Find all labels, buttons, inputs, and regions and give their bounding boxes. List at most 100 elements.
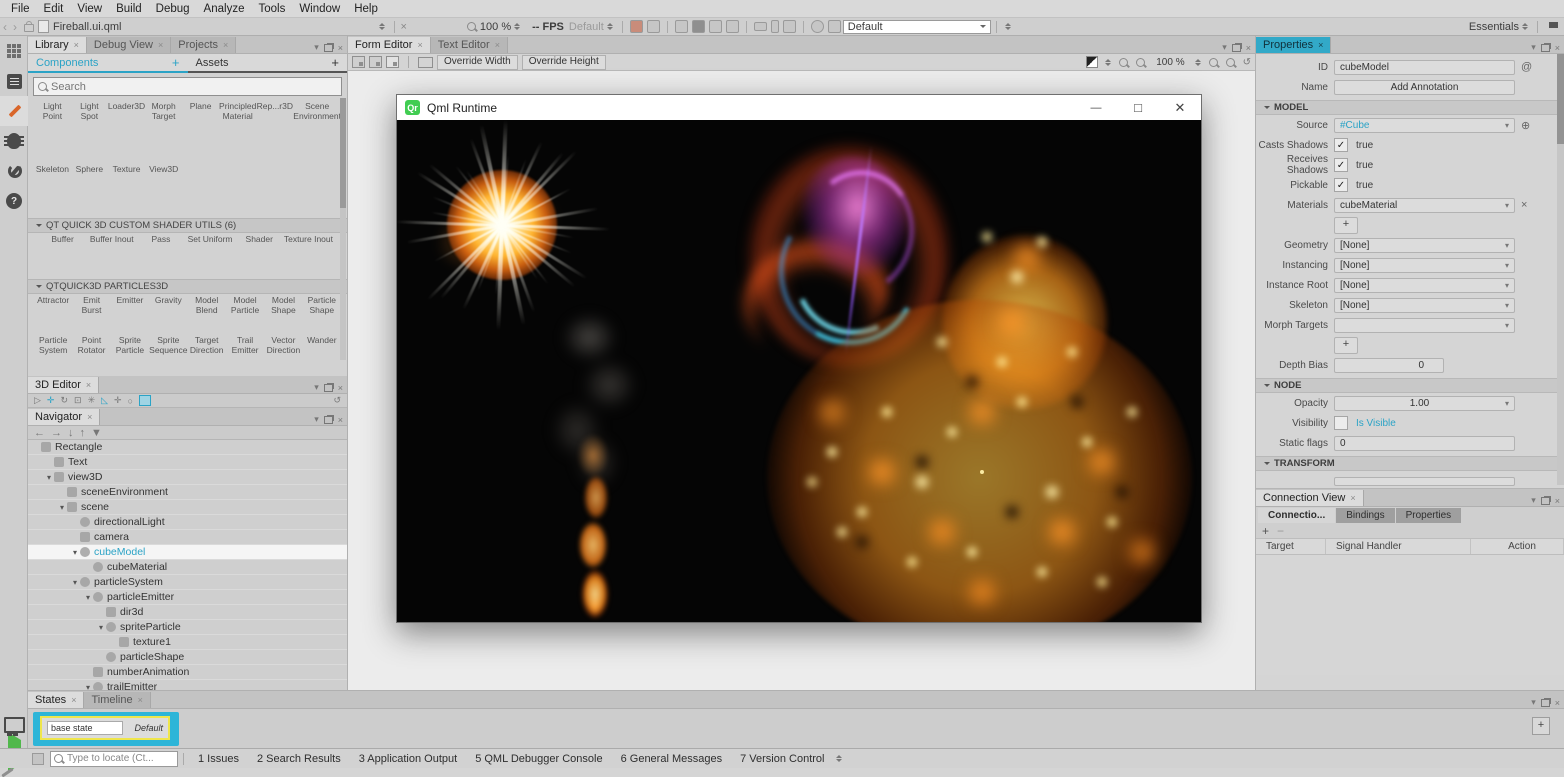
flag-icon[interactable] xyxy=(1549,22,1558,32)
document-selector-spinner[interactable] xyxy=(379,20,386,33)
filter-icon[interactable]: ▼ xyxy=(91,427,102,439)
toolbar-icon-1[interactable] xyxy=(630,20,643,33)
close-document-icon[interactable]: × xyxy=(400,21,406,33)
tab-properties[interactable]: Properties× xyxy=(1256,37,1331,53)
tree-item-texture1[interactable]: texture1 xyxy=(28,635,347,650)
tab-library[interactable]: Library× xyxy=(28,37,87,53)
mode-welcome[interactable] xyxy=(0,36,28,66)
add-annotation-button[interactable]: Add Annotation xyxy=(1334,80,1515,95)
maximize-button[interactable]: □ xyxy=(1117,95,1159,120)
add-connection-icon[interactable]: + xyxy=(1262,524,1269,538)
library-item[interactable]: Texture xyxy=(108,165,145,218)
fps-value[interactable]: Default xyxy=(569,21,604,33)
property-dropdown[interactable]: [None]▾ xyxy=(1334,238,1515,253)
local-orient-icon[interactable]: ◺ xyxy=(101,395,108,406)
close-button[interactable]: ✕ xyxy=(1159,95,1201,120)
library-item[interactable]: Model Particle xyxy=(226,296,264,336)
id-field[interactable]: cubeModel xyxy=(1334,60,1515,75)
tree-item-cubeModel[interactable]: ▾cubeModel xyxy=(28,545,347,560)
property-dropdown[interactable]: [None]▾ xyxy=(1334,278,1515,293)
reset-view-icon[interactable]: ↺ xyxy=(333,395,341,406)
menu-item-help[interactable]: Help xyxy=(347,3,385,15)
library-item[interactable]: Light Point xyxy=(34,102,71,165)
state-name-input[interactable] xyxy=(47,721,123,735)
toolbar-icon-8[interactable] xyxy=(771,20,779,33)
tree-item-numberAnimation[interactable]: numberAnimation xyxy=(28,665,347,680)
checkbox[interactable]: ✓ xyxy=(1334,158,1348,172)
rotate-tool-icon[interactable]: ↻ xyxy=(60,395,68,406)
property-dropdown[interactable]: 1.00▾ xyxy=(1334,396,1515,411)
tree-item-particleSystem[interactable]: ▾particleSystem xyxy=(28,575,347,590)
library-item[interactable]: Gravity xyxy=(149,296,187,336)
expander-icon[interactable]: ▾ xyxy=(58,503,66,512)
tree-item-particleShape[interactable]: particleShape xyxy=(28,650,347,665)
checkbox[interactable]: ✓ xyxy=(1334,178,1348,192)
library-section-header[interactable]: QT QUICK 3D CUSTOM SHADER UTILS (6) xyxy=(28,218,347,233)
library-search-input[interactable]: Search xyxy=(33,77,342,96)
add-state-button[interactable]: + xyxy=(1532,717,1550,735)
tab-components[interactable]: Components+ xyxy=(28,54,188,73)
library-item[interactable]: Emit Burst xyxy=(72,296,110,336)
checkbox[interactable] xyxy=(1334,416,1348,430)
background-color-icon[interactable] xyxy=(1086,56,1098,68)
scale-tool-icon[interactable]: ⊡ xyxy=(74,395,82,406)
library-item[interactable]: Plane xyxy=(182,102,219,165)
snap-anchor-icon-1[interactable] xyxy=(352,56,365,68)
runtime-title-bar[interactable]: Qr Qml Runtime — □ ✕ xyxy=(397,95,1201,120)
nav-forward-icon[interactable]: › xyxy=(10,20,20,34)
close-tab-icon[interactable]: × xyxy=(74,37,79,53)
tree-item-particleEmitter[interactable]: ▾particleEmitter xyxy=(28,590,347,605)
menu-item-build[interactable]: Build xyxy=(109,3,149,15)
menu-item-file[interactable]: File xyxy=(4,3,37,15)
fps-spinner[interactable] xyxy=(607,20,614,33)
library-item[interactable]: Trail Emitter xyxy=(226,336,264,376)
library-item[interactable]: Attractor xyxy=(34,296,72,336)
library-item[interactable]: Shader xyxy=(235,235,284,279)
minimize-button[interactable]: — xyxy=(1075,95,1117,120)
library-item[interactable]: Emitter xyxy=(111,296,149,336)
snap-anchor-icon-2[interactable] xyxy=(369,56,382,68)
number-field[interactable]: 0 xyxy=(1334,358,1444,373)
toolbar-icon-6[interactable] xyxy=(726,20,739,33)
checkbox[interactable]: ✓ xyxy=(1334,138,1348,152)
tab-debug-view[interactable]: Debug View× xyxy=(87,37,171,53)
mode-projects[interactable] xyxy=(0,156,28,186)
zoom-spinner[interactable] xyxy=(514,20,521,33)
property-dropdown[interactable]: [None]▾ xyxy=(1334,258,1515,273)
menu-item-analyze[interactable]: Analyze xyxy=(197,3,252,15)
menu-item-tools[interactable]: Tools xyxy=(251,3,292,15)
tab-text-editor[interactable]: Text Editor× xyxy=(431,37,508,53)
close-tab-icon[interactable]: × xyxy=(223,37,228,53)
library-section-header[interactable]: QTQUICK3D PARTICLES3D xyxy=(28,279,347,294)
toolbar-icon-9[interactable] xyxy=(783,20,796,33)
camera-view-icon[interactable] xyxy=(139,395,151,406)
property-dropdown[interactable]: cubeMaterial▾ xyxy=(1334,198,1515,213)
expander-icon[interactable]: ▾ xyxy=(71,578,79,587)
snap-icon[interactable]: ✛ xyxy=(114,395,122,406)
close-panel-icon[interactable]: × xyxy=(338,383,343,393)
output-pane-button[interactable]: 1 Issues xyxy=(189,753,248,765)
number-field[interactable]: 0 xyxy=(1334,436,1515,451)
toolbar-icon-10[interactable] xyxy=(811,20,824,33)
library-item[interactable]: View3D xyxy=(145,165,182,218)
tree-item-scene[interactable]: ▾scene xyxy=(28,500,347,515)
toolbar-icon-11[interactable] xyxy=(828,20,841,33)
mode-debug[interactable] xyxy=(0,126,28,156)
tree-item-sceneEnvironment[interactable]: sceneEnvironment xyxy=(28,485,347,500)
toolbar-icon-3[interactable] xyxy=(675,20,688,33)
toolbar-icon-7[interactable] xyxy=(754,22,767,31)
add-item-icon[interactable]: ⊕ xyxy=(1521,119,1530,132)
zoom-out-icon[interactable] xyxy=(1119,58,1128,67)
override-height-button[interactable]: Override Height xyxy=(522,55,606,70)
toolbar-icon-5[interactable] xyxy=(709,20,722,33)
library-item[interactable]: Vector Direction xyxy=(264,336,302,376)
expander-icon[interactable]: ▾ xyxy=(97,623,105,632)
tree-item-cubeMaterial[interactable]: cubeMaterial xyxy=(28,560,347,575)
library-item[interactable]: Target Direction xyxy=(188,336,226,376)
move-down-icon[interactable]: ↓ xyxy=(68,427,74,439)
override-width-button[interactable]: Override Width xyxy=(437,55,518,70)
style-selector[interactable]: Default xyxy=(843,20,991,34)
nav-back-icon[interactable]: ‹ xyxy=(0,20,10,34)
tree-item-camera[interactable]: camera xyxy=(28,530,347,545)
library-item[interactable]: Pass xyxy=(136,235,185,279)
